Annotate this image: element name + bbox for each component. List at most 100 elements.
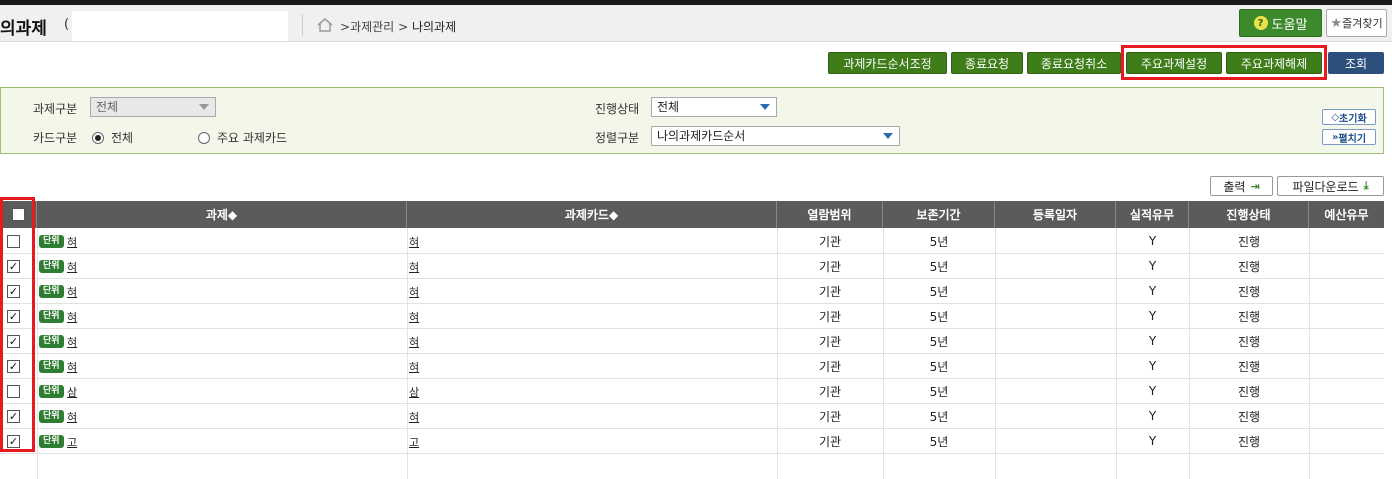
task-link[interactable]: 삼 bbox=[67, 384, 77, 400]
task-link[interactable]: 혀 bbox=[67, 259, 77, 275]
chevron-down-icon bbox=[883, 133, 893, 139]
cell-budget bbox=[1309, 229, 1384, 253]
task-card-link[interactable]: 혀 bbox=[409, 409, 419, 425]
cell-budget bbox=[1309, 429, 1384, 453]
sort-select[interactable]: 나의과제카드순서 bbox=[651, 126, 900, 146]
breadcrumb-current: 나의과제 bbox=[411, 20, 457, 34]
cell-performance: Y bbox=[1148, 284, 1157, 298]
task-link[interactable]: 혀 bbox=[67, 309, 77, 325]
status-select[interactable]: 전체 bbox=[651, 97, 777, 117]
cell-performance: Y bbox=[1148, 234, 1157, 248]
help-button[interactable]: ? 도움말 bbox=[1239, 9, 1322, 37]
favorites-button[interactable]: ★ 즐겨찾기 bbox=[1326, 9, 1387, 37]
unit-badge: 단위 bbox=[39, 310, 64, 323]
radio-card-all[interactable] bbox=[92, 132, 104, 144]
cell-budget bbox=[1309, 304, 1384, 328]
header-status: 진행상태 bbox=[1189, 201, 1309, 228]
page-header: 의과제 ( >과제관리 > 나의과제 bbox=[0, 5, 1392, 42]
cell-scope: 기관 bbox=[818, 409, 842, 424]
task-link[interactable]: 혀 bbox=[67, 284, 77, 300]
home-icon[interactable] bbox=[316, 17, 334, 33]
print-button[interactable]: 출력 ⇥ bbox=[1210, 176, 1273, 196]
header-task-card[interactable]: 과제카드◆ bbox=[407, 201, 777, 228]
status-label: 진행상태 bbox=[595, 102, 640, 116]
cell-budget bbox=[1309, 254, 1384, 278]
task-link[interactable]: 혀 bbox=[67, 359, 77, 375]
unit-badge: 단위 bbox=[39, 435, 64, 448]
help-button-label: 도움말 bbox=[1271, 17, 1308, 33]
task-link[interactable]: 혀 bbox=[67, 234, 77, 250]
cell-retention: 5년 bbox=[929, 334, 949, 349]
table-row[interactable]: ✓ 단위 혀 혀 기관 5년 Y 진행 bbox=[0, 404, 1384, 429]
table-row[interactable]: ✓ 단위 혀 혀 기관 5년 Y 진행 bbox=[0, 254, 1384, 279]
cell-scope: 기관 bbox=[818, 284, 842, 299]
unit-badge: 단위 bbox=[39, 410, 64, 423]
radio-card-main-label: 주요 과제카드 bbox=[217, 131, 288, 145]
table-row[interactable]: ✓ 단위 고 고 기관 5년 Y 진행 bbox=[0, 429, 1384, 454]
cell-status: 진행 bbox=[1237, 259, 1261, 274]
header-performance: 실적유무 bbox=[1116, 201, 1189, 228]
task-card-link[interactable]: 혀 bbox=[409, 309, 419, 325]
task-link[interactable]: 혀 bbox=[67, 409, 77, 425]
expand-button-label: 펼치기 bbox=[1338, 133, 1367, 145]
status-value: 전체 bbox=[657, 100, 680, 114]
header-task[interactable]: 과제◆ bbox=[37, 201, 407, 228]
redacted-area bbox=[72, 11, 288, 41]
task-type-select[interactable]: 전체 bbox=[90, 97, 216, 117]
cell-scope: 기관 bbox=[818, 359, 842, 374]
reorder-cards-button[interactable]: 과제카드순서조정 bbox=[828, 52, 947, 74]
cell-reg-date bbox=[995, 279, 1116, 303]
chevron-down-icon bbox=[760, 104, 770, 110]
highlight-box-main-task-buttons bbox=[1121, 45, 1327, 80]
breadcrumb-divider bbox=[302, 14, 303, 36]
table-row[interactable]: ✓ 단위 혀 혀 기관 5년 Y 진행 bbox=[0, 329, 1384, 354]
breadcrumb-item-task-management[interactable]: 과제관리 bbox=[350, 20, 394, 34]
end-request-button[interactable]: 종료요청 bbox=[951, 52, 1023, 74]
cell-scope: 기관 bbox=[818, 234, 842, 249]
table-header: 과제◆ 과제카드◆ 열람범위 보존기간 등록일자 실적유무 진행상태 예산유무 bbox=[0, 201, 1384, 228]
task-card-link[interactable]: 삼 bbox=[409, 384, 419, 400]
end-request-cancel-button[interactable]: 종료요청취소 bbox=[1027, 52, 1121, 74]
file-download-button[interactable]: 파일다운로드 ⤓ bbox=[1277, 176, 1384, 196]
export-icon: ⇥ bbox=[1250, 179, 1260, 193]
table-row[interactable]: 단위 삼 삼 기관 5년 Y 진행 bbox=[0, 379, 1384, 404]
cell-reg-date bbox=[995, 354, 1116, 378]
task-card-link[interactable]: 고 bbox=[409, 434, 419, 450]
cell-retention: 5년 bbox=[929, 234, 949, 249]
task-card-link[interactable]: 혀 bbox=[409, 334, 419, 350]
highlight-box-checkbox-column bbox=[0, 197, 35, 452]
unit-badge: 단위 bbox=[39, 335, 64, 348]
expand-button[interactable]: » 펼치기 bbox=[1322, 129, 1376, 145]
task-card-link[interactable]: 혀 bbox=[409, 359, 419, 375]
cell-status: 진행 bbox=[1237, 309, 1261, 324]
cell-performance: Y bbox=[1148, 409, 1157, 423]
task-card-link[interactable]: 혀 bbox=[409, 259, 419, 275]
cell-reg-date bbox=[995, 429, 1116, 453]
cell-retention: 5년 bbox=[929, 259, 949, 274]
radio-card-main[interactable] bbox=[198, 132, 210, 144]
task-card-link[interactable]: 혀 bbox=[409, 234, 419, 250]
cell-reg-date bbox=[995, 379, 1116, 403]
reorder-cards-label: 과제카드순서조정 bbox=[843, 56, 932, 71]
task-link[interactable]: 혀 bbox=[67, 334, 77, 350]
page-title: 의과제 bbox=[0, 19, 47, 39]
cell-reg-date bbox=[995, 404, 1116, 428]
page-title-paren: ( bbox=[64, 17, 70, 32]
table-row[interactable]: ✓ 단위 혀 혀 기관 5년 Y 진행 bbox=[0, 354, 1384, 379]
table-row[interactable]: ✓ 단위 혀 혀 기관 5년 Y 진행 bbox=[0, 279, 1384, 304]
task-link[interactable]: 고 bbox=[67, 434, 77, 450]
table-row[interactable]: 단위 혀 혀 기관 5년 Y 진행 bbox=[0, 229, 1384, 254]
cell-status: 진행 bbox=[1237, 234, 1261, 249]
print-button-label: 출력 bbox=[1223, 179, 1246, 194]
cell-performance: Y bbox=[1148, 384, 1157, 398]
cell-budget bbox=[1309, 329, 1384, 353]
reset-button[interactable]: ◇ 초기화 bbox=[1322, 109, 1376, 125]
cell-performance: Y bbox=[1148, 334, 1157, 348]
cell-scope: 기관 bbox=[818, 259, 842, 274]
cell-retention: 5년 bbox=[929, 384, 949, 399]
header-budget: 예산유무 bbox=[1324, 208, 1369, 222]
chevron-down-icon bbox=[199, 104, 209, 110]
task-card-link[interactable]: 혀 bbox=[409, 284, 419, 300]
table-row[interactable]: ✓ 단위 혀 혀 기관 5년 Y 진행 bbox=[0, 304, 1384, 329]
search-button[interactable]: 조회 bbox=[1328, 52, 1384, 74]
